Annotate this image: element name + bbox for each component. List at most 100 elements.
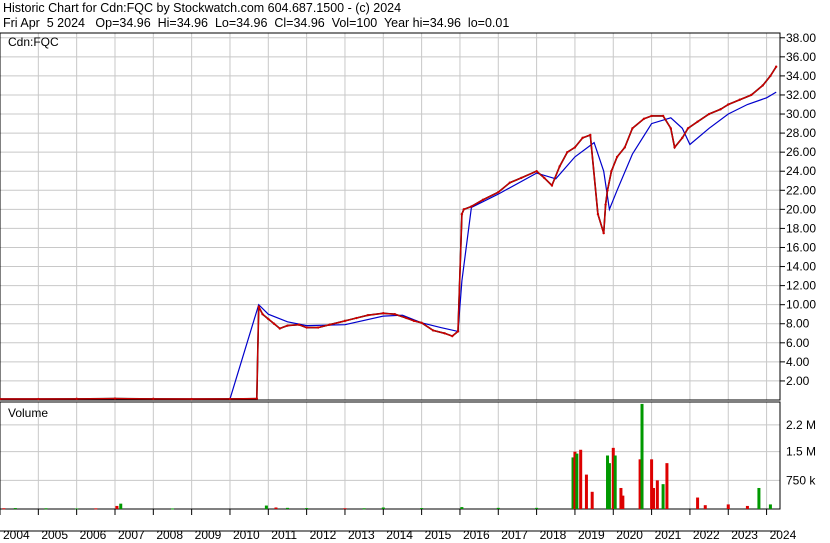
price-tick-label: 32.00 bbox=[786, 88, 816, 102]
year-tick-label: 2022 bbox=[693, 528, 720, 542]
volume-bar bbox=[665, 463, 669, 509]
volume-bar bbox=[362, 508, 366, 510]
price-tick-label: 36.00 bbox=[786, 50, 816, 64]
volume-bars bbox=[2, 403, 772, 510]
grid-lines bbox=[0, 33, 780, 509]
price-point bbox=[382, 312, 385, 315]
stock-chart: 2.00 4.00 6.00 8.00 10.00 12.00 14.00 16.00 18.0… bbox=[0, 31, 816, 542]
volume-bar bbox=[94, 508, 98, 510]
price-point bbox=[261, 313, 264, 316]
volume-bar bbox=[745, 505, 749, 509]
year-tick-label: 2005 bbox=[41, 528, 68, 542]
price-point bbox=[535, 170, 538, 173]
price-point bbox=[286, 324, 289, 327]
year-tick-label: 2021 bbox=[655, 528, 682, 542]
price-point bbox=[774, 65, 778, 68]
price-point bbox=[610, 170, 613, 173]
year-tick-label: 2006 bbox=[80, 528, 107, 542]
price-tick-label: 18.00 bbox=[786, 221, 816, 235]
volume-bar bbox=[496, 507, 500, 509]
volume-bar bbox=[579, 449, 583, 509]
price-point bbox=[602, 231, 605, 235]
price-point bbox=[673, 146, 676, 149]
price-tick-label: 4.00 bbox=[786, 355, 810, 369]
price-point bbox=[355, 316, 358, 320]
price-point bbox=[255, 397, 259, 400]
price-tick-label: 24.00 bbox=[786, 164, 816, 178]
price-point bbox=[305, 326, 308, 329]
price-point bbox=[686, 127, 690, 130]
volume-bar bbox=[274, 507, 278, 509]
price-point bbox=[412, 319, 416, 323]
price-point bbox=[550, 184, 554, 187]
year-tick-label: 2023 bbox=[731, 528, 758, 542]
price-point bbox=[113, 397, 117, 400]
price-point bbox=[328, 323, 331, 326]
year-tick-label: 2018 bbox=[540, 528, 567, 542]
volume-bar bbox=[305, 508, 309, 510]
volume-bar bbox=[575, 453, 579, 509]
symbol-label: Cdn:FQC bbox=[8, 35, 59, 49]
price-tick-label: 14.00 bbox=[786, 260, 816, 274]
price-tick-label: 34.00 bbox=[786, 69, 816, 83]
price-point bbox=[623, 146, 626, 149]
volume-bar bbox=[768, 504, 772, 509]
price-point bbox=[405, 316, 408, 320]
price-tick-label: 2.00 bbox=[786, 374, 810, 388]
volume-tick-label: 2.2 M bbox=[786, 418, 816, 432]
price-point bbox=[615, 155, 619, 159]
volume-bar bbox=[264, 505, 268, 509]
price-point bbox=[470, 205, 473, 208]
price-point bbox=[460, 212, 464, 216]
price-point bbox=[566, 150, 569, 154]
year-tick-label: 2017 bbox=[501, 528, 528, 542]
year-tick-label: 2014 bbox=[386, 528, 413, 542]
price-point bbox=[497, 190, 500, 194]
price-point bbox=[520, 176, 523, 180]
year-tick-label: 2016 bbox=[463, 528, 490, 542]
price-point bbox=[366, 313, 370, 317]
price-point bbox=[750, 93, 753, 97]
price-point bbox=[596, 212, 600, 216]
price-point bbox=[343, 319, 347, 323]
price-point bbox=[152, 397, 155, 401]
price-point bbox=[558, 165, 561, 168]
volume-bar bbox=[119, 503, 123, 509]
volume-bar bbox=[44, 508, 48, 510]
volume-bar bbox=[696, 497, 700, 509]
price-tick-label: 10.00 bbox=[786, 298, 816, 312]
price-tick-label: 30.00 bbox=[786, 107, 816, 121]
price-point bbox=[393, 313, 396, 316]
volume-tick-label: 750 k bbox=[786, 473, 816, 487]
price-tick-label: 12.00 bbox=[786, 279, 816, 293]
volume-bar bbox=[757, 487, 761, 509]
year-tick-label: 2024 bbox=[770, 528, 797, 542]
price-point bbox=[661, 114, 665, 118]
price-point bbox=[543, 176, 546, 180]
price-point bbox=[75, 397, 78, 401]
price-point bbox=[581, 136, 584, 140]
price-tick-label: 22.00 bbox=[786, 183, 816, 197]
year-tick-label: 2011 bbox=[271, 528, 297, 542]
price-line bbox=[0, 66, 777, 400]
volume-bar bbox=[607, 463, 611, 509]
price-point bbox=[228, 397, 232, 401]
year-tick-label: 2019 bbox=[578, 528, 605, 542]
volume-bar bbox=[535, 507, 539, 509]
price-tick-label: 8.00 bbox=[786, 317, 810, 331]
moving-average-line bbox=[0, 91, 777, 400]
price-point bbox=[719, 108, 722, 111]
price-point bbox=[481, 198, 485, 202]
price-point bbox=[190, 397, 193, 401]
price-point bbox=[316, 326, 320, 329]
year-tick-label: 2010 bbox=[233, 528, 260, 542]
price-point bbox=[669, 127, 672, 130]
price-point bbox=[606, 189, 609, 192]
volume-panel-label: Volume bbox=[8, 406, 48, 420]
time-axis: 2004 2005 2006 2007 2008 2009 2010 2011 2012 2013… bbox=[0, 509, 797, 542]
volume-bar bbox=[621, 495, 625, 509]
price-point bbox=[727, 103, 730, 106]
price-point bbox=[707, 112, 711, 116]
price-tick-label: 16.00 bbox=[786, 240, 816, 254]
year-tick-label: 2015 bbox=[425, 528, 452, 542]
